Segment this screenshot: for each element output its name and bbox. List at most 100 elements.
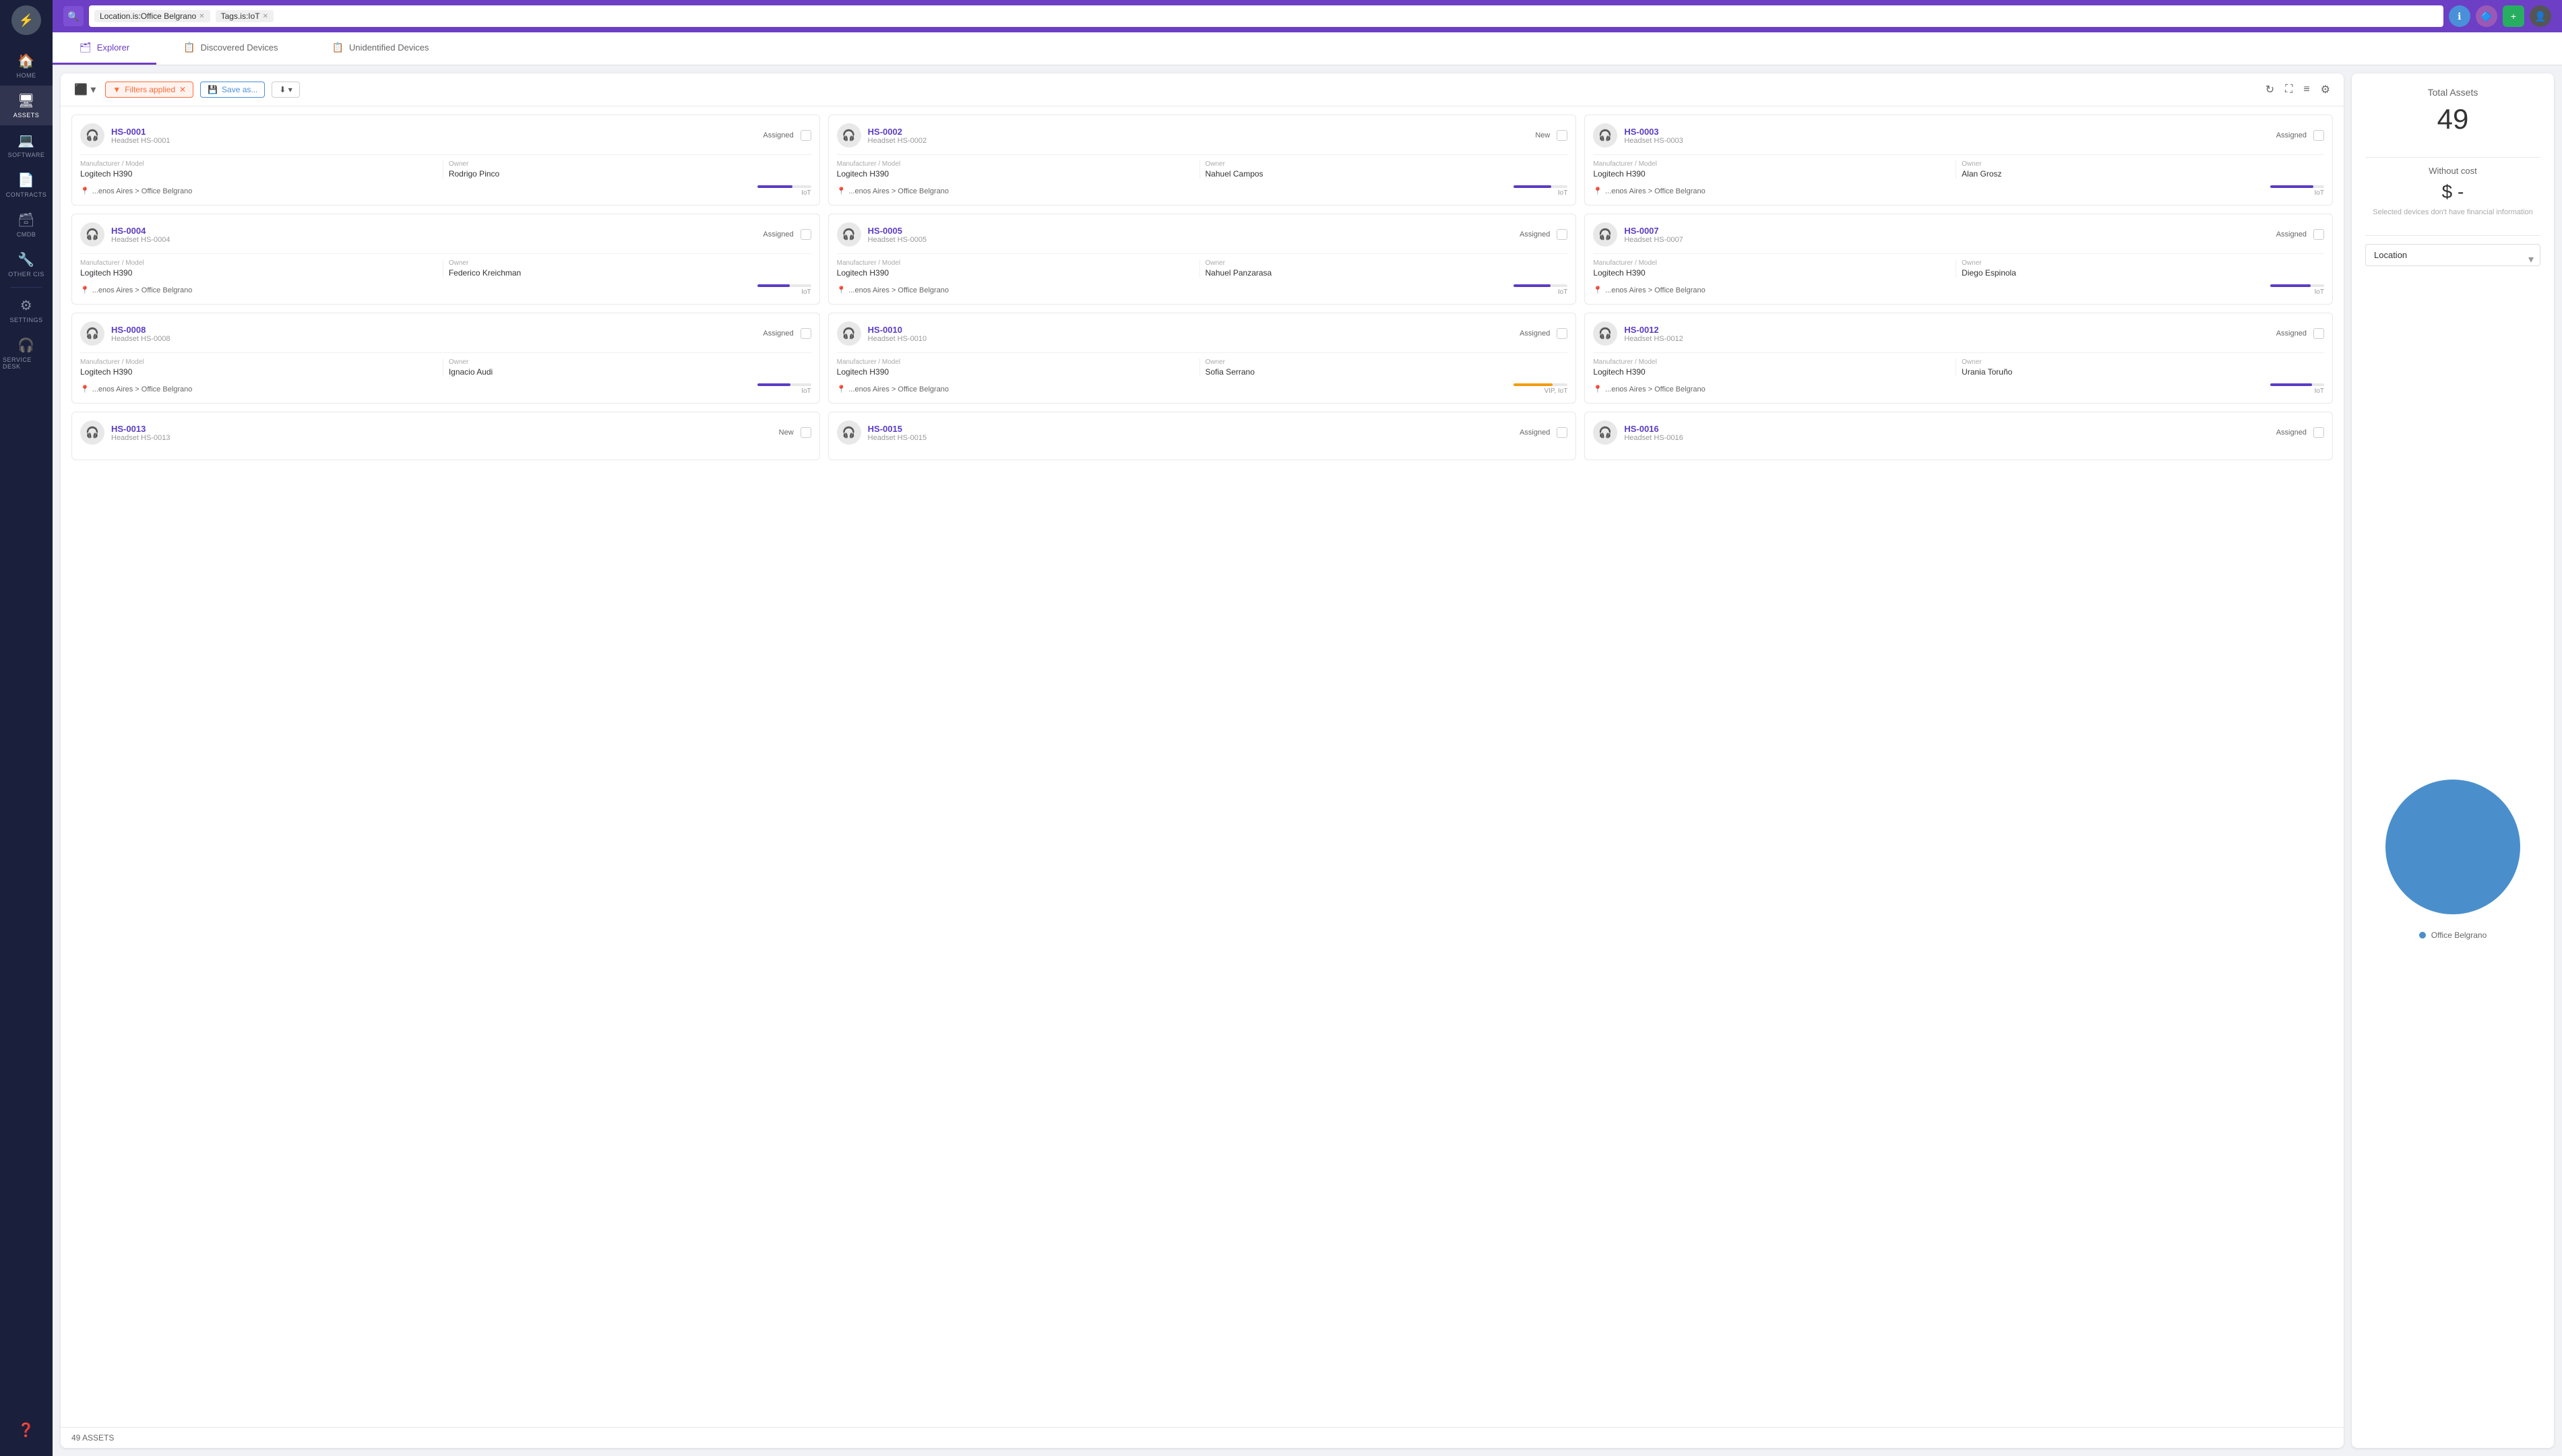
sidebar-item-service-desk[interactable]: 🎧 SERVICE DESK [0, 330, 53, 377]
fullscreen-button[interactable]: ⛶ [2282, 81, 2295, 98]
tab-explorer[interactable]: 🗂 Explorer [53, 32, 156, 65]
asset-card[interactable]: 🎧 HS-0004 Headset HS-0004 Assigned Manuf… [71, 214, 820, 305]
location-text: 📍 ...enos Aires > Office Belgrano [80, 187, 192, 195]
tag-label: IoT [801, 387, 811, 395]
main-content: 🔍 Location.is:Office Belgrano ✕ Tags.is:… [53, 0, 2562, 1456]
asset-icon: 🎧 [80, 321, 104, 346]
sidebar-item-contracts[interactable]: 📄 CONTRACTS [0, 165, 53, 205]
manufacturer-label: Manufacturer / Model [1593, 259, 1950, 267]
service-desk-icon: 🎧 [18, 337, 34, 354]
unidentified-tab-icon: 📋 [332, 42, 344, 53]
user-button[interactable]: 👤 [2530, 5, 2551, 27]
asset-checkbox[interactable] [801, 427, 811, 438]
card-details: Manufacturer / Model Logitech H390 Owner… [80, 154, 811, 179]
asset-checkbox[interactable] [801, 130, 811, 141]
asset-subtitle: Headset HS-0008 [111, 335, 756, 343]
asset-card[interactable]: 🎧 HS-0008 Headset HS-0008 Assigned Manuf… [71, 313, 820, 404]
sidebar-item-assets[interactable]: 🖥 ASSETS [0, 86, 53, 125]
remove-filter[interactable]: ✕ [179, 85, 186, 94]
card-footer: 📍 ...enos Aires > Office Belgrano IoT [1593, 383, 2324, 395]
location-select[interactable]: Location [2365, 244, 2540, 266]
asset-checkbox[interactable] [2313, 130, 2324, 141]
sidebar-item-cmdb[interactable]: 🗃 CMDB [0, 205, 53, 245]
asset-checkbox[interactable] [801, 328, 811, 339]
owner-col: Owner Alan Grosz [1962, 160, 2324, 179]
manufacturer-col: Manufacturer / Model Logitech H390 [1593, 358, 1956, 377]
toolbar-left: ⬛ ▾ ▼ Filters applied ✕ 💾 Save as... ⬇ ▾ [71, 80, 300, 99]
copy-button[interactable]: ⬛ ▾ [71, 80, 98, 99]
sidebar-item-software[interactable]: 💻 SOFTWARE [0, 125, 53, 165]
tab-label: Unidentified Devices [349, 42, 429, 53]
owner-value: Diego Espinola [1962, 268, 2319, 278]
asset-checkbox[interactable] [2313, 229, 2324, 240]
sidebar-item-label: SOFTWARE [8, 152, 45, 158]
content-area: ⬛ ▾ ▼ Filters applied ✕ 💾 Save as... ⬇ ▾… [53, 65, 2562, 1456]
asset-checkbox[interactable] [1557, 229, 1567, 240]
asset-checkbox[interactable] [1557, 427, 1567, 438]
asset-checkbox[interactable] [801, 229, 811, 240]
sidebar-item-settings[interactable]: ⚙ SETTINGS [0, 290, 53, 330]
owner-col: Owner Nahuel Panzarasa [1206, 259, 1568, 278]
asset-status: Assigned [2276, 131, 2307, 139]
asset-checkbox[interactable] [2313, 328, 2324, 339]
tag-label: IoT [1558, 288, 1567, 296]
location-icon: 📍 [837, 385, 846, 393]
sidebar-item-label: OTHER CIs [8, 271, 44, 278]
asset-icon: 🎧 [80, 420, 104, 445]
asset-info: HS-0016 Headset HS-0016 [1624, 424, 2269, 442]
search-button[interactable]: 🔍 [63, 6, 84, 26]
asset-card[interactable]: 🎧 HS-0016 Headset HS-0016 Assigned [1584, 412, 2333, 460]
location-icon: 📍 [1593, 385, 1602, 393]
tag-label: IoT [1558, 189, 1567, 197]
sidebar-item-other-cis[interactable]: 🔧 OTHER CIs [0, 245, 53, 284]
save-as-button[interactable]: 💾 Save as... [200, 82, 265, 98]
add-button[interactable]: + [2503, 5, 2524, 27]
asset-checkbox[interactable] [1557, 328, 1567, 339]
grid-settings-button[interactable]: ⚙ [2318, 80, 2333, 99]
card-details: Manufacturer / Model Logitech H390 Owner… [1593, 253, 2324, 278]
card-footer: 📍 ...enos Aires > Office Belgrano IoT [80, 284, 811, 296]
tab-discovered[interactable]: 📋 Discovered Devices [156, 32, 305, 65]
asset-card[interactable]: 🎧 HS-0013 Headset HS-0013 New [71, 412, 820, 460]
asset-card[interactable]: 🎧 HS-0005 Headset HS-0005 Assigned Manuf… [828, 214, 1577, 305]
asset-info: HS-0002 Headset HS-0002 [868, 127, 1529, 145]
filter-icon: ▼ [113, 85, 121, 94]
info-button[interactable]: ℹ [2449, 5, 2470, 27]
manufacturer-value: Logitech H390 [1593, 268, 1950, 278]
list-view-button[interactable]: ≡ [2301, 81, 2312, 98]
card-header: 🎧 HS-0001 Headset HS-0001 Assigned [80, 123, 811, 148]
asset-card[interactable]: 🎧 HS-0010 Headset HS-0010 Assigned Manuf… [828, 313, 1577, 404]
manufacturer-col: Manufacturer / Model Logitech H390 [837, 358, 1200, 377]
owner-label: Owner [1206, 160, 1563, 168]
remove-tag-tags[interactable]: ✕ [263, 13, 268, 20]
asset-checkbox[interactable] [2313, 427, 2324, 438]
asset-card[interactable]: 🎧 HS-0001 Headset HS-0001 Assigned Manuf… [71, 115, 820, 205]
tab-unidentified[interactable]: 📋 Unidentified Devices [305, 32, 456, 65]
asset-card[interactable]: 🎧 HS-0007 Headset HS-0007 Assigned Manuf… [1584, 214, 2333, 305]
owner-value: Alan Grosz [1962, 169, 2319, 179]
apps-button[interactable]: 🔷 [2476, 5, 2497, 27]
asset-icon: 🎧 [837, 321, 861, 346]
chart-legend: Office Belgrano [2419, 930, 2487, 940]
asset-icon: 🎧 [80, 123, 104, 148]
asset-card[interactable]: 🎧 HS-0012 Headset HS-0012 Assigned Manuf… [1584, 313, 2333, 404]
sidebar-item-home[interactable]: 🏠 HOME [0, 46, 53, 86]
remove-tag-location[interactable]: ✕ [199, 13, 204, 20]
owner-col: Owner Federico Kreichman [449, 259, 811, 278]
sidebar-logo: ⚡ [11, 5, 41, 35]
asset-card[interactable]: 🎧 HS-0015 Headset HS-0015 Assigned [828, 412, 1577, 460]
location-value: ...enos Aires > Office Belgrano [1605, 286, 1706, 294]
card-header: 🎧 HS-0004 Headset HS-0004 Assigned [80, 222, 811, 247]
download-button[interactable]: ⬇ ▾ [272, 82, 299, 98]
legend-label: Office Belgrano [2431, 930, 2487, 940]
card-header: 🎧 HS-0007 Headset HS-0007 Assigned [1593, 222, 2324, 247]
asset-card[interactable]: 🎧 HS-0002 Headset HS-0002 New Manufactur… [828, 115, 1577, 205]
asset-checkbox[interactable] [1557, 130, 1567, 141]
owner-col: Owner Rodrigo Pinco [449, 160, 811, 179]
sidebar-item-help[interactable]: ❓ [15, 1415, 37, 1445]
refresh-button[interactable]: ↻ [2263, 80, 2277, 99]
asset-card[interactable]: 🎧 HS-0003 Headset HS-0003 Assigned Manuf… [1584, 115, 2333, 205]
asset-name: HS-0002 [868, 127, 1529, 137]
asset-subtitle: Headset HS-0004 [111, 236, 756, 244]
search-tag-tags: Tags.is:IoT ✕ [216, 10, 274, 22]
